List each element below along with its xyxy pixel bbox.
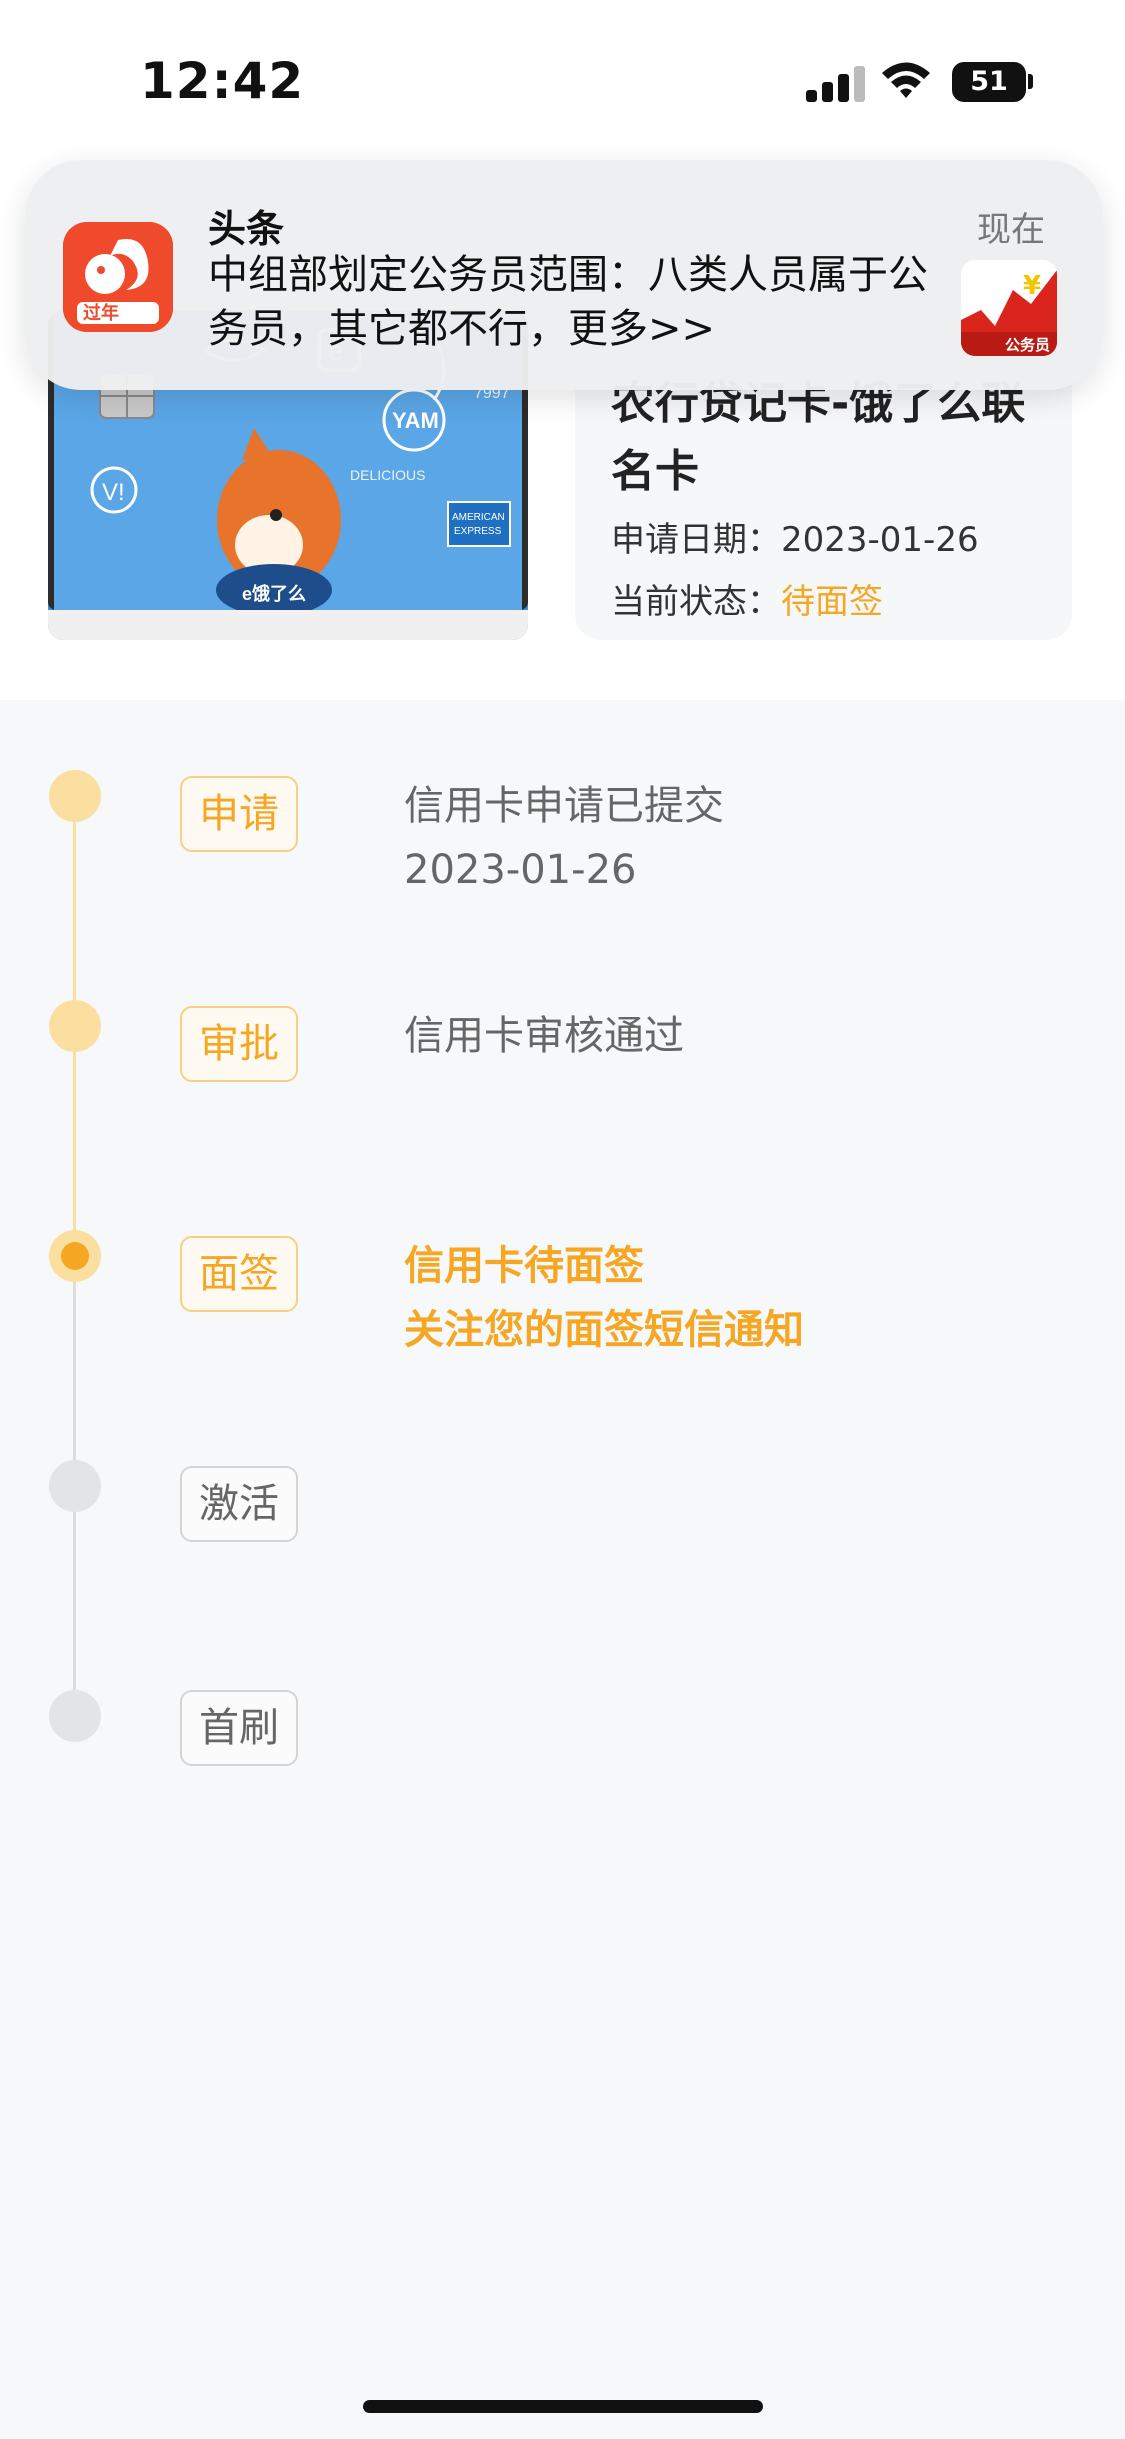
step-line1: 信用卡审核通过 <box>404 1013 684 1059</box>
status-row: 当前状态：待面签 <box>611 574 883 623</box>
svg-text:过年: 过年 <box>83 302 119 324</box>
notification-time: 现在 <box>977 210 1045 250</box>
step-dot-first-swipe <box>49 1690 101 1742</box>
battery-nub <box>1028 74 1033 89</box>
svg-text:¥: ¥ <box>1023 271 1041 301</box>
step-line1: 信用卡申请已提交 <box>404 783 724 829</box>
apply-date-label: 申请日期： <box>611 520 781 560</box>
step-text-apply: 信用卡申请已提交 2023-01-26 <box>404 774 724 902</box>
svg-text:EXPRESS: EXPRESS <box>454 526 502 537</box>
notification-body: 中组部划定公务员范围：八类人员属于公务员，其它都不行，更多>> <box>208 252 928 352</box>
timeline-segment-pending <box>73 1256 76 1486</box>
svg-text:AMERICAN: AMERICAN <box>452 512 505 523</box>
app-icon: 过年 <box>63 222 173 332</box>
page: e YAM V! 7997 DELICIOUS AMERICAN EXPRESS <box>0 0 1125 2439</box>
svg-text:YAM: YAM <box>392 408 439 433</box>
timeline-segment-pending <box>73 1486 76 1716</box>
step-text-interview: 信用卡待面签 关注您的面签短信通知 <box>404 1234 804 1362</box>
thumbnail-image: ¥ 公务员 <box>961 260 1057 356</box>
step-line2: 2023-01-26 <box>404 847 637 893</box>
svg-text:e饿了么: e饿了么 <box>242 583 306 604</box>
wifi-icon <box>882 62 930 98</box>
card-name: 农行贷记卡-饿了么联名卡 <box>611 378 1026 497</box>
step-tag-activate: 激活 <box>180 1466 298 1542</box>
timeline-segment-done <box>73 1026 76 1256</box>
cellular-signal-icon <box>806 66 866 102</box>
notification-app-name: 头条 <box>208 207 285 251</box>
step-dot-activate <box>49 1460 101 1512</box>
step-dot-approve <box>49 1000 101 1052</box>
status-bar: 12:42 51 <box>0 0 1125 150</box>
notification-thumbnail: ¥ 公务员 <box>961 260 1057 356</box>
step-text-approve: 信用卡审核通过 <box>404 1004 684 1068</box>
step-line1: 信用卡待面签 <box>404 1243 644 1289</box>
step-tag-first-swipe: 首刷 <box>180 1690 298 1766</box>
svg-text:V!: V! <box>102 479 125 506</box>
step-line2: 关注您的面签短信通知 <box>404 1307 804 1353</box>
step-tag-interview: 面签 <box>180 1236 298 1312</box>
home-indicator[interactable] <box>363 2400 763 2413</box>
thumbnail-text: 公务员 <box>1005 336 1050 354</box>
step-tag-approve: 审批 <box>180 1006 298 1082</box>
apply-date-value: 2023-01-26 <box>781 520 979 560</box>
push-notification[interactable]: 过年 头条 现在 中组部划定公务员范围：八类人员属于公务员，其它都不行，更多>>… <box>25 160 1103 390</box>
battery-level: 51 <box>970 66 1008 97</box>
step-tag-apply: 申请 <box>180 776 298 852</box>
timeline-segment-done <box>73 796 76 1026</box>
squirrel-logo-icon: 过年 <box>63 222 173 332</box>
svg-text:DELICIOUS: DELICIOUS <box>350 467 425 483</box>
status-time: 12:42 <box>140 52 305 110</box>
battery-icon: 51 <box>952 62 1026 102</box>
step-dot-apply <box>49 770 101 822</box>
status-label: 当前状态： <box>611 582 781 622</box>
apply-date-row: 申请日期：2023-01-26 <box>611 512 979 561</box>
card-stand <box>48 610 528 640</box>
progress-timeline: 申请 信用卡申请已提交 2023-01-26 审批 信用卡审核通过 面签 信用卡… <box>0 700 1125 2439</box>
status-value: 待面签 <box>781 582 883 622</box>
step-dot-interview <box>49 1230 101 1282</box>
